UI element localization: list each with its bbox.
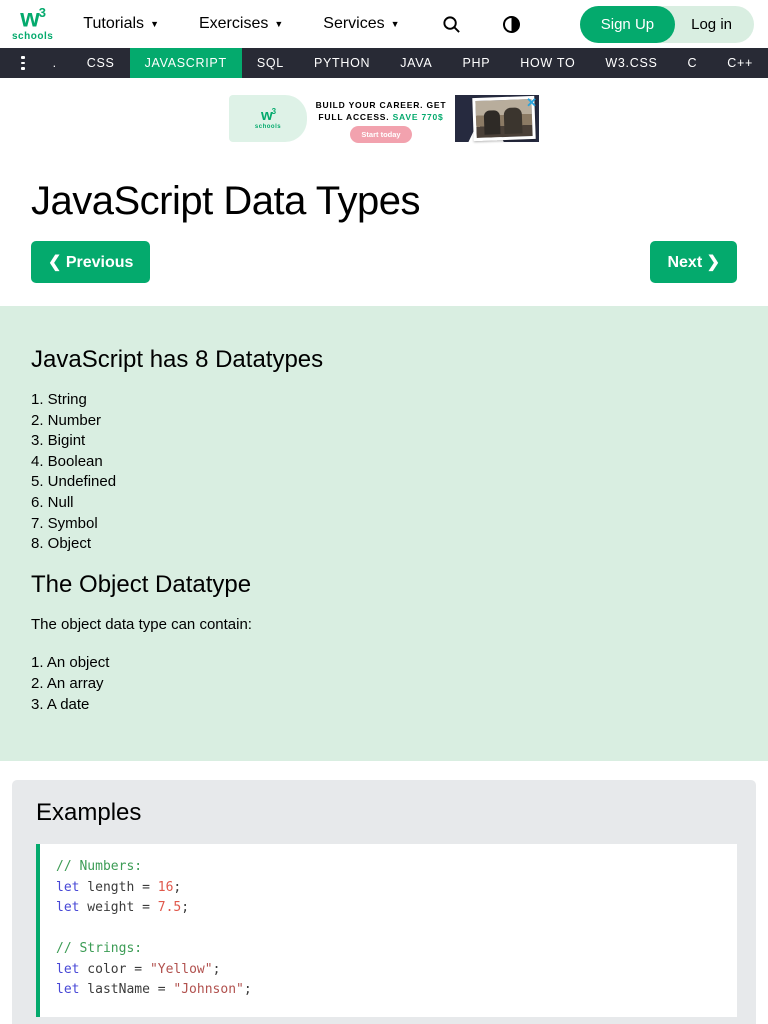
nav-tab-css[interactable]: CSS: [72, 48, 130, 78]
top-menu-label: Tutorials: [83, 15, 144, 33]
top-menu-tutorials[interactable]: Tutorials ▼: [83, 15, 159, 33]
code-line: let weight = 7.5;: [56, 898, 721, 919]
examples-heading: Examples: [36, 799, 737, 827]
pager-row: ❮ Previous Next ❯: [31, 241, 737, 283]
log-in-button[interactable]: Log in: [675, 16, 754, 33]
datatypes-list: 1. String2. Number3. Bigint4. Boolean5. …: [31, 390, 737, 555]
code-line: let length = 16;: [56, 878, 721, 899]
examples-panel: Examples // Numbers:let length = 16;let …: [12, 780, 756, 1024]
ad-logo-panel: w3 schools: [229, 95, 307, 142]
code-line: [56, 919, 721, 940]
nav-tab-[interactable]: .: [38, 48, 72, 78]
ad-banner[interactable]: w3 schools BUILD YOUR CAREER. GET FULL A…: [229, 95, 539, 142]
page-head: JavaScript Data Types ❮ Previous Next ❯: [0, 179, 768, 283]
code-example-block: // Numbers:let length = 16;let weight = …: [36, 844, 737, 1017]
nav-tab-howto[interactable]: HOW TO: [505, 48, 590, 78]
caret-down-icon: ▼: [274, 20, 283, 29]
list-item: 5. Undefined: [31, 472, 737, 493]
object-datatype-heading: The Object Datatype: [31, 571, 737, 599]
previous-button[interactable]: ❮ Previous: [31, 241, 150, 283]
sign-up-button[interactable]: Sign Up: [580, 6, 675, 43]
list-item: 8. Object: [31, 534, 737, 555]
code-line: let lastName = "Johnson";: [56, 980, 721, 1001]
dark-mode-toggle-icon[interactable]: [503, 16, 520, 33]
top-menu-label: Exercises: [199, 15, 268, 33]
list-item: 1. String: [31, 390, 737, 411]
logo-schools-text: schools: [12, 32, 53, 42]
caret-down-icon: ▼: [150, 20, 159, 29]
menu-icon[interactable]: [8, 48, 38, 78]
list-item: 1. An object: [31, 653, 737, 674]
list-item: 2. Number: [31, 411, 737, 432]
next-button[interactable]: Next ❯: [650, 241, 737, 283]
code-line: let color = "Yellow";: [56, 960, 721, 981]
ad-line-2: FULL ACCESS. SAVE 770$: [307, 111, 455, 123]
list-item: 7. Symbol: [31, 514, 737, 535]
nav-tab-php[interactable]: PHP: [447, 48, 505, 78]
datatypes-heading: JavaScript has 8 Datatypes: [31, 346, 737, 374]
ad-close-icon[interactable]: ✕: [526, 96, 537, 109]
nav-tab-c[interactable]: C++: [712, 48, 768, 78]
ad-save-highlight: SAVE 770$: [393, 112, 444, 122]
logo-w-icon: w3: [20, 6, 45, 31]
nav-tab-python[interactable]: PYTHON: [299, 48, 385, 78]
auth-buttons: Sign Up Log in: [580, 6, 754, 43]
nav-tab-java[interactable]: JAVA: [385, 48, 447, 78]
nav-tab-c[interactable]: C: [673, 48, 713, 78]
code-line: // Numbers:: [56, 857, 721, 878]
topbar: w3 schools Tutorials ▼ Exercises ▼ Services ▼…: [0, 0, 768, 48]
top-menu-label: Services: [323, 15, 384, 33]
ad-copy: BUILD YOUR CAREER. GET FULL ACCESS. SAVE…: [307, 95, 455, 142]
nav-tab-javascript[interactable]: JAVASCRIPT: [130, 48, 242, 78]
list-item: 6. Null: [31, 493, 737, 514]
datatypes-section: JavaScript has 8 Datatypes 1. String2. N…: [0, 306, 768, 761]
page-title: JavaScript Data Types: [31, 179, 737, 224]
top-menu-services[interactable]: Services ▼: [323, 15, 399, 33]
caret-down-icon: ▼: [391, 20, 400, 29]
object-contains-list: 1. An object2. An array3. A date: [31, 653, 737, 715]
top-menu-bar: Tutorials ▼ Exercises ▼ Services ▼: [83, 15, 399, 33]
list-item: 3. Bigint: [31, 431, 737, 452]
ad-line-1: BUILD YOUR CAREER. GET: [307, 99, 455, 111]
ad-start-today-button[interactable]: Start today: [350, 126, 411, 143]
code-line: // Strings:: [56, 939, 721, 960]
list-item: 4. Boolean: [31, 452, 737, 473]
w3schools-logo[interactable]: w3 schools: [12, 6, 53, 42]
primary-navbar: .CSSJAVASCRIPTSQLPYTHONJAVAPHPHOW TOW3.C…: [0, 48, 768, 78]
object-datatype-paragraph: The object data type can contain:: [31, 615, 737, 636]
top-menu-exercises[interactable]: Exercises ▼: [199, 15, 283, 33]
list-item: 2. An array: [31, 674, 737, 695]
search-icon[interactable]: [442, 15, 461, 34]
nav-tab-strip: .CSSJAVASCRIPTSQLPYTHONJAVAPHPHOW TOW3.C…: [38, 48, 768, 78]
ad-logo-icon: w3: [261, 108, 275, 123]
list-item: 3. A date: [31, 695, 737, 716]
nav-tab-w3css[interactable]: W3.CSS: [590, 48, 672, 78]
nav-tab-sql[interactable]: SQL: [242, 48, 299, 78]
